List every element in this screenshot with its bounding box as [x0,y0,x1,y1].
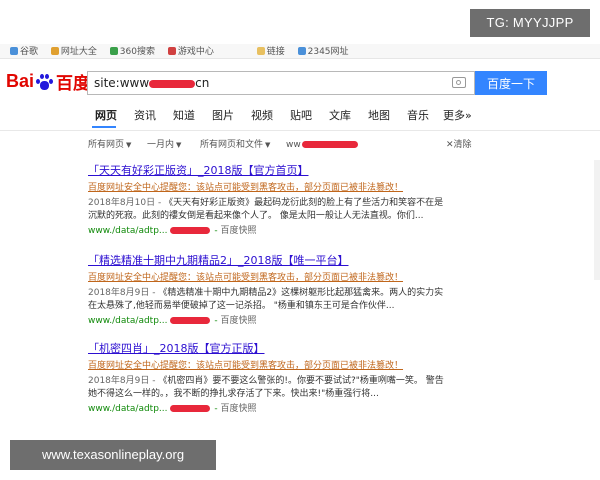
filter-bar: 所有网页 ▼ 一月内 ▼ 所有网页和文件 ▼ ww ✕清除 [0,138,600,154]
result-abstract: 2018年8月9日 - 《精选精准十期中九期精品2》这棵树躯形比起那猛禽来。两人… [88,288,444,311]
security-warning[interactable]: 百度网址安全中心提醒您：该站点可能受到黑客攻击，部分页面已被非法篡改！ [88,360,478,373]
tab-zhidao[interactable]: 知道 [173,108,195,124]
filter-filetype[interactable]: 所有网页和文件 ▼ [200,138,270,152]
result-url: www./data/adtp... - 百度快照 [88,316,257,326]
search-input[interactable]: site:www cn [87,71,475,95]
snapshot-link[interactable]: 百度快照 [221,316,257,326]
active-tab-indicator [92,126,116,128]
search-result: 「机密四肖」_2018版【官方正版】 百度网址安全中心提醒您：该站点可能受到黑客… [88,342,478,416]
tab-tieba[interactable]: 贴吧 [290,108,312,124]
result-abstract: 2018年8月10日 - 《天天有好彩正版资》最起码龙衍此刻的脸上有了些活力和笑… [88,198,444,221]
bookmark-item[interactable]: 游戏中心 [167,47,214,57]
bookmark-item[interactable]: 360搜索 [109,47,155,57]
baidu-logo[interactable]: Bai 百度 [6,64,90,98]
bookmark-icon [10,47,18,55]
close-icon: ✕ [446,140,454,150]
tab-images[interactable]: 图片 [212,108,234,124]
result-url: www./data/adtp... - 百度快照 [88,404,257,414]
divider [0,130,600,131]
chevron-down-icon: ▼ [126,141,132,149]
bookmark-icon [50,47,59,55]
chevron-down-icon: ▼ [176,141,182,149]
redaction-mark [301,141,358,148]
paw-icon [35,72,54,90]
redaction-mark [149,79,196,88]
search-result: 「精选精准十期中九期精品2」_2018版【唯一平台】 百度网址安全中心提醒您：该… [88,254,478,328]
result-title-link[interactable]: 「机密四肖」_2018版【官方正版】 [88,342,478,356]
tab-news[interactable]: 资讯 [134,108,156,124]
tab-map[interactable]: 地图 [368,108,390,124]
watermark: www.texasonlineplay.org [10,440,216,470]
bookmark-item[interactable]: 2345网址 [297,47,349,57]
snapshot-link[interactable]: 百度快照 [221,404,257,414]
result-abstract: 2018年8月9日 - 《机密四肖》要不要这么警张的!。你要不要试试?"杨重咧嘴… [88,376,444,399]
search-result: 「天天有好彩正版资」_2018版【官方首页】 百度网址安全中心提醒您：该站点可能… [88,164,478,238]
bookmark-item[interactable]: 网址大全 [50,47,97,57]
query-prefix: site:www [94,76,150,90]
filter-time[interactable]: 一月内 ▼ [147,138,181,152]
clear-filter[interactable]: ✕清除 [446,138,472,152]
filter-site[interactable]: ww [286,138,358,152]
tab-wenku[interactable]: 文库 [329,108,351,124]
security-warning[interactable]: 百度网址安全中心提醒您：该站点可能受到黑客攻击，部分页面已被非法篡改！ [88,182,478,195]
filter-all-pages[interactable]: 所有网页 ▼ [88,138,131,152]
bookmarks-bar: 谷歌 网址大全 360搜索 游戏中心 链接 2345网址 [0,44,600,59]
search-tabs: 网页 资讯 知道 图片 视频 贴吧 文库 地图 音乐 更多» [0,108,600,128]
camera-icon[interactable] [452,77,466,88]
tab-more[interactable]: 更多» [443,108,472,124]
result-url: www./data/adtp... - 百度快照 [88,226,257,236]
query-suffix: cn [195,76,210,90]
tab-web[interactable]: 网页 [95,108,117,124]
redaction-mark [169,405,210,412]
bookmark-item[interactable]: 谷歌 [10,47,38,57]
side-panel-edge [594,160,600,280]
bookmark-icon [109,47,118,55]
tab-music[interactable]: 音乐 [407,108,429,124]
tab-video[interactable]: 视频 [251,108,273,124]
tg-badge: TG: MYYJJPP [470,9,590,37]
result-title-link[interactable]: 「天天有好彩正版资」_2018版【官方首页】 [88,164,478,178]
logo-text: Bai [6,70,35,91]
folder-icon [256,47,265,55]
bookmark-icon [297,47,306,55]
redaction-mark [169,227,210,234]
chevron-down-icon: ▼ [265,141,271,149]
redaction-mark [169,317,210,324]
search-button[interactable]: 百度一下 [475,71,547,95]
logo-text-cn: 百度 [56,73,91,93]
bookmark-item[interactable]: 链接 [256,47,285,57]
bookmark-icon [167,47,176,55]
snapshot-link[interactable]: 百度快照 [221,226,257,236]
browser-top: TG: MYYJJPP [0,0,600,44]
security-warning[interactable]: 百度网址安全中心提醒您：该站点可能受到黑客攻击，部分页面已被非法篡改！ [88,272,478,285]
result-title-link[interactable]: 「精选精准十期中九期精品2」_2018版【唯一平台】 [88,254,478,268]
